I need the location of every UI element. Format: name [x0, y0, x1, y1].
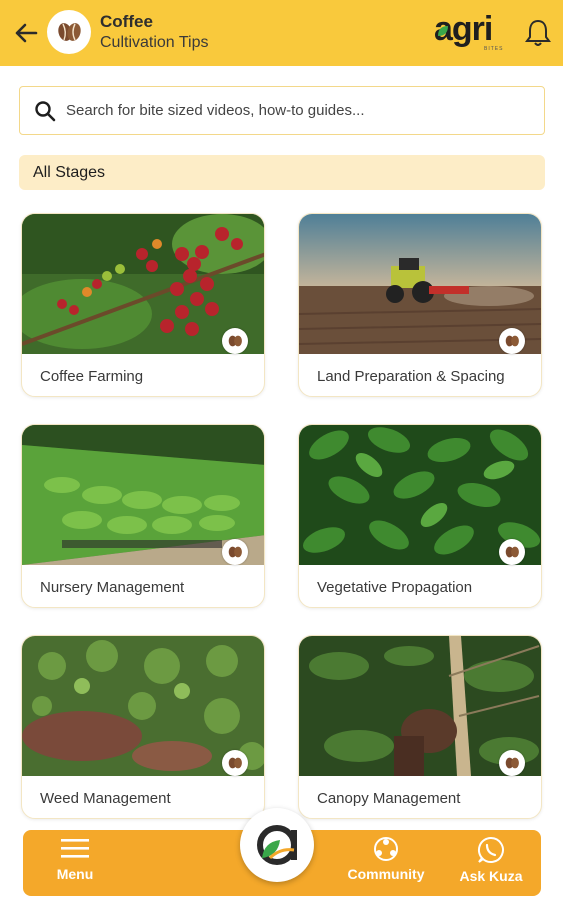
app-header: Coffee Cultivation Tips agri BITES	[0, 0, 563, 66]
search-input[interactable]	[66, 97, 526, 123]
stage-filter-label: All Stages	[33, 164, 106, 181]
bell-icon[interactable]	[524, 18, 552, 48]
topic-card-land-preparation[interactable]: Land Preparation & Spacing	[298, 213, 542, 397]
card-title: Vegetative Propagation	[317, 579, 473, 596]
search-icon	[34, 100, 56, 122]
search-bar[interactable]	[19, 86, 545, 135]
coffee-bean-icon	[58, 23, 81, 41]
topic-card-weed-management[interactable]: Weed Management	[21, 635, 265, 819]
coffee-bean-icon	[499, 539, 525, 565]
agri-logo-icon	[257, 825, 297, 865]
stage-filter[interactable]: All Stages	[19, 155, 545, 190]
community-label: Community	[347, 866, 425, 882]
menu-label: Menu	[56, 866, 94, 882]
page-subtitle: Cultivation Tips	[100, 34, 209, 51]
whatsapp-icon	[477, 836, 504, 863]
community-button[interactable]: Community	[341, 836, 431, 890]
topic-card-canopy-management[interactable]: Canopy Management	[298, 635, 542, 819]
card-title: Land Preparation & Spacing	[317, 368, 505, 385]
crop-avatar	[47, 10, 91, 54]
card-title: Coffee Farming	[40, 368, 144, 385]
page-title: Coffee	[100, 12, 153, 31]
topic-card-coffee-farming[interactable]: Coffee Farming	[21, 213, 265, 397]
card-title: Nursery Management	[40, 579, 185, 596]
card-title: Weed Management	[40, 790, 171, 807]
community-icon	[374, 837, 398, 861]
topic-card-nursery-management[interactable]: Nursery Management	[21, 424, 265, 608]
coffee-bean-icon	[222, 328, 248, 354]
leaf-icon	[438, 26, 448, 36]
ask-kuza-button[interactable]: Ask Kuza	[451, 836, 531, 890]
coffee-bean-icon	[499, 328, 525, 354]
agri-bites-logo: agri BITES	[434, 12, 514, 54]
coffee-bean-icon	[499, 750, 525, 776]
card-title: Canopy Management	[317, 790, 461, 807]
menu-button[interactable]: Menu	[45, 836, 105, 890]
topic-card-vegetative-propagation[interactable]: Vegetative Propagation	[298, 424, 542, 608]
coffee-bean-icon	[222, 539, 248, 565]
logo-subtext: BITES	[484, 46, 504, 52]
hamburger-menu-icon	[61, 839, 89, 858]
ask-kuza-label: Ask Kuza	[459, 868, 523, 884]
back-arrow-icon[interactable]	[12, 19, 40, 47]
coffee-bean-icon	[222, 750, 248, 776]
agri-home-button[interactable]	[240, 808, 314, 882]
